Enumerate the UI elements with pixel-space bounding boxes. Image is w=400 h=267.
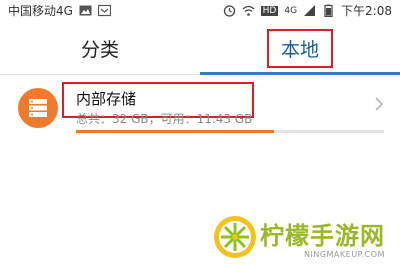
alarm-icon: [223, 5, 235, 17]
tab-category[interactable]: 分类: [0, 22, 200, 74]
storage-capacity: 总共：32 GB，可用：11.43 GB: [76, 112, 253, 126]
battery-icon: [324, 4, 333, 17]
clock: 下午2:08: [341, 4, 392, 18]
status-bar: 中国移动4G HD 4G 下午2:08: [0, 0, 400, 22]
network-badge: 4G: [284, 5, 298, 16]
tab-local[interactable]: 本地: [200, 22, 400, 74]
signal-icon: [304, 5, 316, 16]
storage-glyph-icon: [29, 99, 47, 117]
notification-icon: [97, 4, 111, 17]
lemon-logo-icon: [214, 216, 256, 258]
hd-badge: HD: [260, 5, 279, 16]
watermark: 柠檬手游网 NINGMAKEUP.COM: [212, 214, 394, 264]
tab-bar: 分类 本地: [0, 22, 400, 75]
storage-title: 内部存储: [76, 90, 137, 108]
carrier-label: 中国移动4G: [8, 4, 73, 18]
storage-usage-bar: [76, 130, 384, 133]
storage-usage-fill: [76, 130, 274, 133]
internal-storage-item[interactable]: 内部存储 总共：32 GB，可用：11.43 GB: [0, 82, 400, 132]
tab-category-label: 分类: [80, 38, 119, 61]
tab-local-label: 本地: [266, 28, 333, 68]
storage-icon: [18, 88, 58, 128]
watermark-subtext: NINGMAKEUP.COM: [304, 250, 385, 259]
status-left: 中国移动4G: [8, 2, 111, 19]
chevron-right-icon: [375, 97, 384, 111]
watermark-text: 柠檬手游网: [260, 222, 385, 250]
status-right: HD 4G 下午2:08: [223, 2, 392, 19]
image-icon: [79, 5, 92, 16]
tab-indicator: [200, 72, 400, 75]
wifi-icon: [242, 5, 255, 16]
